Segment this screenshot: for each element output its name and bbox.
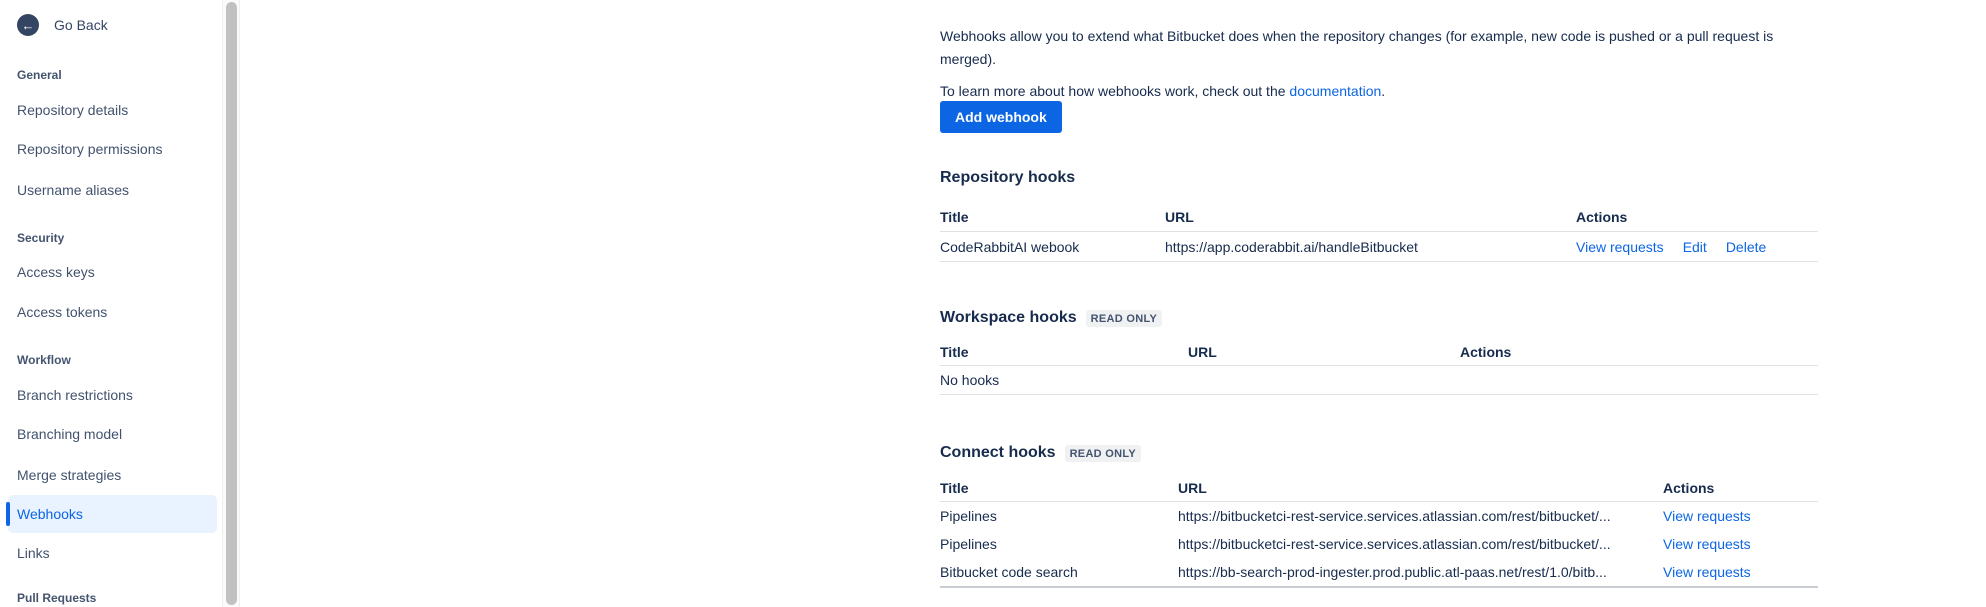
sidebar-item-label: Links — [8, 545, 50, 561]
column-header-title: Title — [940, 209, 1165, 225]
sidebar-scrollbar-track[interactable] — [222, 0, 240, 607]
column-header-url: URL — [1178, 480, 1663, 496]
action-link-view-requests[interactable]: View requests — [1663, 508, 1751, 524]
sidebar-item-webhooks[interactable]: Webhooks — [8, 495, 217, 533]
sidebar-scrollbar-thumb[interactable] — [226, 2, 237, 605]
learn-more-suffix: . — [1381, 83, 1385, 99]
add-webhook-button[interactable]: Add webhook — [940, 101, 1062, 133]
cell-actions: View requests — [1663, 508, 1818, 524]
table-connect-hooks: TitleURLActionsPipelineshttps://bitbucke… — [940, 474, 1818, 588]
table-row: Pipelineshttps://bitbucketci-rest-servic… — [940, 502, 1818, 530]
section-title: Repository hooks — [940, 168, 1075, 188]
go-back-label: Go Back — [54, 17, 108, 33]
sidebar-item-label: Merge strategies — [8, 467, 121, 483]
sidebar-item-label: Branch restrictions — [8, 387, 133, 403]
table-header-row: TitleURLActions — [940, 203, 1818, 232]
section-title: Workspace hooks — [940, 308, 1077, 328]
column-header-actions: Actions — [1576, 209, 1818, 225]
sidebar-section-heading-general: General — [17, 66, 62, 84]
sidebar-section-heading-pull-requests: Pull Requests — [17, 589, 96, 607]
sidebar-item-label: Repository details — [8, 102, 128, 118]
column-header-url: URL — [1165, 209, 1576, 225]
table-row: Pipelineshttps://bitbucketci-rest-servic… — [940, 530, 1818, 558]
section-heading-workspace-hooks: Workspace hooks READ ONLY — [940, 308, 1162, 328]
section-heading-repository-hooks: Repository hooks — [940, 168, 1075, 188]
column-header-url: URL — [1188, 344, 1460, 360]
sidebar-item-username-aliases[interactable]: Username aliases — [8, 171, 217, 209]
cell-actions: View requests — [1663, 536, 1818, 552]
settings-sidebar: ← Go Back General Repository details Repos… — [0, 0, 222, 607]
webhooks-intro-text: Webhooks allow you to extend what Bitbuc… — [940, 25, 1826, 71]
sidebar-item-branch-restrictions[interactable]: Branch restrictions — [8, 376, 217, 414]
active-item-indicator — [6, 502, 10, 526]
table-header-row: TitleURLActions — [940, 338, 1818, 366]
go-back-button[interactable]: ← Go Back — [17, 14, 108, 36]
cell-actions: View requests — [1663, 564, 1818, 580]
sidebar-item-label: Branching model — [8, 426, 122, 442]
sidebar-item-label: Access keys — [8, 264, 95, 280]
cell-title: Pipelines — [940, 536, 1178, 552]
empty-row-text: No hooks — [940, 372, 1188, 388]
sidebar-item-access-tokens[interactable]: Access tokens — [8, 293, 217, 331]
read-only-badge: READ ONLY — [1065, 445, 1141, 462]
column-header-title: Title — [940, 480, 1178, 496]
sidebar-item-branching-model[interactable]: Branching model — [8, 415, 217, 453]
section-title: Connect hooks — [940, 443, 1056, 463]
table-row: CodeRabbitAI webookhttps://app.coderabbi… — [940, 232, 1818, 262]
sidebar-item-label: Access tokens — [8, 304, 107, 320]
action-link-edit[interactable]: Edit — [1683, 239, 1707, 255]
sidebar-section-heading-workflow: Workflow — [17, 351, 71, 369]
table-workspace-hooks: TitleURLActions No hooks — [940, 338, 1818, 395]
table-header-row: TitleURLActions — [940, 474, 1818, 502]
sidebar-item-repository-details[interactable]: Repository details — [8, 91, 217, 129]
cell-url: https://app.coderabbit.ai/handleBitbucke… — [1165, 239, 1576, 255]
sidebar-item-merge-strategies[interactable]: Merge strategies — [8, 456, 217, 494]
section-heading-connect-hooks: Connect hooks READ ONLY — [940, 443, 1141, 463]
column-header-actions: Actions — [1663, 480, 1818, 496]
action-link-view-requests[interactable]: View requests — [1576, 239, 1664, 255]
table-row: Bitbucket code searchhttps://bb-search-p… — [940, 558, 1818, 586]
cell-title: Pipelines — [940, 508, 1178, 524]
column-header-title: Title — [940, 344, 1188, 360]
documentation-link[interactable]: documentation — [1289, 83, 1381, 99]
sidebar-item-label: Username aliases — [8, 182, 129, 198]
sidebar-section-heading-security: Security — [17, 229, 64, 247]
action-link-view-requests[interactable]: View requests — [1663, 536, 1751, 552]
sidebar-item-repository-permissions[interactable]: Repository permissions — [8, 130, 217, 168]
cell-url: https://bitbucketci-rest-service.service… — [1178, 536, 1663, 552]
sidebar-item-links[interactable]: Links — [8, 534, 217, 572]
action-link-delete[interactable]: Delete — [1726, 239, 1766, 255]
column-header-actions: Actions — [1460, 344, 1818, 360]
cell-title: CodeRabbitAI webook — [940, 239, 1165, 255]
sidebar-item-label: Repository permissions — [8, 141, 163, 157]
read-only-badge: READ ONLY — [1086, 310, 1162, 327]
sidebar-item-label: Webhooks — [8, 506, 83, 522]
sidebar-item-access-keys[interactable]: Access keys — [8, 253, 217, 291]
cell-url: https://bb-search-prod-ingester.prod.pub… — [1178, 564, 1663, 580]
cell-actions: View requests Edit Delete — [1576, 239, 1818, 255]
action-link-view-requests[interactable]: View requests — [1663, 564, 1751, 580]
learn-more-text: To learn more about how webhooks work, c… — [940, 80, 1826, 103]
back-arrow-icon: ← — [17, 14, 39, 36]
learn-more-prefix: To learn more about how webhooks work, c… — [940, 83, 1289, 99]
table-repository-hooks: TitleURLActionsCodeRabbitAI webookhttps:… — [940, 203, 1818, 262]
cell-title: Bitbucket code search — [940, 564, 1178, 580]
cell-url: https://bitbucketci-rest-service.service… — [1178, 508, 1663, 524]
empty-row: No hooks — [940, 366, 1818, 395]
